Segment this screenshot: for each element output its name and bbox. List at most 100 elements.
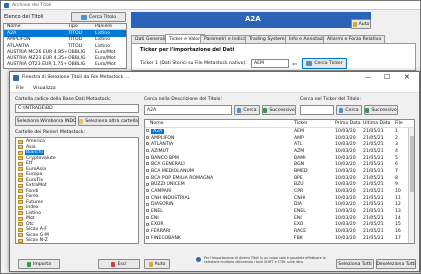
table-row[interactable]: AMPLIFON TITOLI Listino: [4, 37, 126, 43]
bg-titlebar: Archivio dei Titoli: [1, 1, 420, 10]
folder-icon: [18, 211, 23, 216]
table-row[interactable]: ENI ENI 10/03/20 21/05/21 14: [145, 215, 414, 222]
row-checkbox[interactable]: [146, 182, 149, 186]
info-text: Per l'importazione di diversi Titoli in …: [204, 256, 326, 265]
search-icon: [237, 107, 242, 113]
table-scrollbar[interactable]: [408, 128, 414, 243]
row-checkbox[interactable]: [146, 195, 149, 199]
table-row[interactable]: BCA MEDIOLANUM BMED 10/03/20 21/05/21 7: [145, 168, 414, 175]
table-row[interactable]: FINECOBANK FBK 10/03/20 21/05/21 17: [145, 235, 414, 242]
tab-0[interactable]: Dati Generali: [131, 35, 170, 43]
table-row[interactable]: BUZZI UNICEM BZU 10/03/20 21/05/21 9: [145, 182, 414, 189]
ticker-find-button[interactable]: Cerca: [336, 105, 362, 115]
folder-icon: [18, 216, 23, 221]
row-checkbox[interactable]: [146, 142, 149, 146]
tab-5[interactable]: Allarmi e Forza Relativa: [323, 35, 386, 43]
folder-icon: [79, 118, 84, 124]
bg-search-ticker-button[interactable]: Cerca Ticker: [302, 58, 347, 69]
desc-search-field[interactable]: A2A: [144, 105, 232, 115]
folder-item[interactable]: Sicav N-Z: [16, 238, 138, 243]
folder-icon: [18, 139, 23, 144]
maximize-icon[interactable]: ☐: [384, 73, 390, 81]
table-row[interactable]: DIASORIN DIA 10/03/20 21/05/21 12: [145, 202, 414, 209]
table-row[interactable]: CNH INDUSTRIAL CNHI 10/03/20 21/05/21 11: [145, 195, 414, 202]
folder-icon: [18, 200, 23, 205]
row-checkbox[interactable]: [146, 222, 149, 226]
close-icon[interactable]: ✕: [404, 73, 410, 81]
row-checkbox[interactable]: [146, 209, 149, 213]
table-row[interactable]: BCA POP EMILIA ROMAGNA BPE 10/03/20 21/05/2…: [145, 175, 414, 182]
row-checkbox[interactable]: [146, 129, 149, 132]
exit-icon: [111, 261, 116, 267]
table-row[interactable]: BANCO BPM BAMI 10/03/20 21/05/21 5: [145, 155, 414, 162]
folder-icon: [18, 167, 23, 172]
deselect-all-button[interactable]: Deseleziona Tutti: [376, 259, 416, 269]
table-row[interactable]: EXOR EXO 10/03/20 21/05/21 15: [145, 222, 414, 229]
table-row[interactable]: ATLANTIA TITOLI Listino: [4, 43, 126, 49]
titles-table: Nome Tipo Paniere A2A TITOLI Listino AMPLIF…: [3, 23, 127, 69]
minimize-icon[interactable]: —: [365, 74, 371, 81]
select-all-button[interactable]: Seleziona Tutti: [336, 259, 374, 269]
scrollbar-thumb[interactable]: [410, 136, 414, 192]
exit-button[interactable]: Esci: [98, 259, 140, 269]
table-row[interactable]: ENEL ENEL 10/03/20 21/05/21 13: [145, 208, 414, 215]
row-checkbox[interactable]: [146, 215, 149, 219]
ticker-next-button[interactable]: Successivo: [364, 105, 398, 115]
ticker-1-field[interactable]: AEM: [251, 59, 289, 68]
desc-find-button[interactable]: Cerca: [234, 105, 260, 115]
folder-icon: [18, 238, 23, 243]
metastock-dialog: Finestra di Selezione Titoli da File Met…: [9, 71, 420, 272]
table-row[interactable]: AUSTRIA MC26 EUR 4.85+ OBBLIG Euro/Mot: [4, 49, 126, 55]
folder-icon: [18, 178, 23, 183]
menu-view[interactable]: Visualizza: [33, 86, 56, 91]
table-row[interactable]: A2A TITOLI Listino: [4, 30, 126, 37]
clock-icon: [148, 261, 153, 267]
import-button[interactable]: Importa: [18, 259, 60, 269]
row-checkbox[interactable]: [146, 236, 149, 239]
folder-icon: [18, 227, 23, 232]
row-checkbox[interactable]: [146, 135, 149, 139]
row-checkbox[interactable]: [146, 202, 149, 206]
table-row[interactable]: AZIMUT AZM 10/03/20 21/05/21 4: [145, 148, 414, 155]
row-checkbox[interactable]: [146, 155, 149, 159]
dialog-menubar: File Visualizza: [10, 84, 419, 93]
bg-window-title: Archivio dei Titoli: [12, 3, 52, 8]
root-folder-field[interactable]: C:\INTRADE\BD: [15, 104, 139, 113]
table-row[interactable]: AUSTRIA OT23 EUR 1.75+ OBBLIG Euro/Mot: [4, 62, 126, 68]
dialog-app-icon: [13, 75, 19, 81]
table-row[interactable]: FERRARI RACE 10/03/20 21/05/21 16: [145, 228, 414, 235]
desc-search-label: Cerca nella Descrizione del Titolo:: [144, 97, 222, 102]
row-checkbox[interactable]: [146, 169, 149, 173]
select-other-folder-button[interactable]: Seleziona altra cartella: [78, 116, 139, 126]
table-row[interactable]: CAMPARI CPR 10/03/20 21/05/21 10: [145, 188, 414, 195]
select-wimborsa-button[interactable]: Seleziona Wimborsa INDC: [15, 116, 76, 126]
table-row[interactable]: BCA GENERALI BGN 10/03/20 21/05/21 6: [145, 161, 414, 168]
bg-auto-button[interactable]: Auto: [351, 19, 371, 29]
dialog-titlebar: Finestra di Selezione Titoli da File Met…: [10, 72, 419, 84]
bg-search-title-button[interactable]: Cerca Titolo: [71, 12, 126, 22]
folder-icon: [18, 194, 23, 199]
tab-3[interactable]: Trading Systems: [245, 35, 291, 43]
arrow-icon: [263, 107, 268, 113]
folders-label: Cartelle dei Panieri Metastock:: [15, 130, 86, 135]
row-checkbox[interactable]: [146, 175, 149, 179]
arrow-icon: [365, 107, 370, 113]
table-header: Nome Ticker Prima Data Ultima Data File: [145, 120, 414, 128]
row-checkbox[interactable]: [146, 189, 149, 193]
app-icon: [4, 3, 9, 8]
desc-next-button[interactable]: Successivo: [262, 105, 296, 115]
info-icon: [196, 257, 201, 262]
table-row[interactable]: A2A AEM 10/03/20 21/05/21 1: [145, 128, 414, 135]
arrow-icon: ⇦: [292, 61, 298, 68]
ticker-search-field[interactable]: [300, 105, 334, 115]
menu-file[interactable]: File: [16, 86, 24, 91]
table-row[interactable]: AMPLIFON AMP 10/03/20 21/05/21 2: [145, 135, 414, 142]
row-checkbox[interactable]: [146, 162, 149, 166]
row-checkbox[interactable]: [146, 149, 149, 153]
table-row[interactable]: AUSTRIA MZ23 EUR 4.35+ OBBLIG Euro/Mot: [4, 55, 126, 61]
row-checkbox[interactable]: [146, 229, 149, 233]
dialog-auto-button[interactable]: Auto: [144, 259, 170, 269]
table-row[interactable]: ATLANTIA ATL 10/03/20 21/05/21 3: [145, 141, 414, 148]
folder-icon: [18, 233, 23, 238]
title-header: A2A: [245, 15, 261, 23]
